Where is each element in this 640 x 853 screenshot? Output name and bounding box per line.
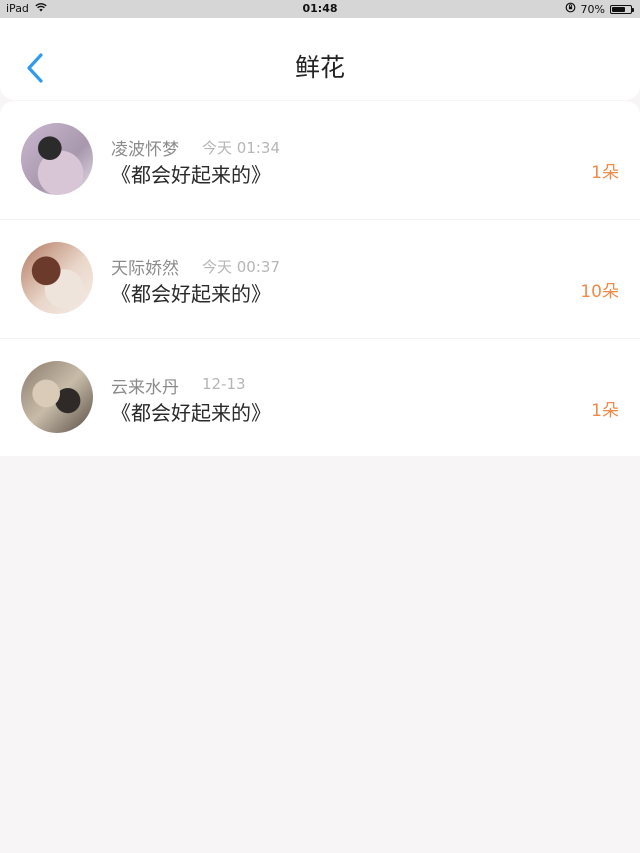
work-title: 《都会好起来的》 xyxy=(111,282,271,306)
flower-list: 凌波怀梦 今天 01:34 《都会好起来的》 1朵 天际娇然 今天 00:37 … xyxy=(0,101,640,456)
avatar[interactable] xyxy=(21,361,93,433)
avatar[interactable] xyxy=(21,242,93,314)
list-item[interactable]: 凌波怀梦 今天 01:34 《都会好起来的》 1朵 xyxy=(0,101,640,220)
list-item[interactable]: 云来水丹 12-13 《都会好起来的》 1朵 xyxy=(0,339,640,456)
flower-count: 10朵 xyxy=(580,282,619,302)
work-title: 《都会好起来的》 xyxy=(111,401,271,425)
status-right: 70% xyxy=(565,2,634,16)
sender-name: 凌波怀梦 xyxy=(111,140,179,160)
sender-name: 云来水丹 xyxy=(111,378,179,398)
flower-count: 1朵 xyxy=(591,401,619,421)
sender-name: 天际娇然 xyxy=(111,259,179,279)
orientation-lock-icon xyxy=(565,2,576,16)
sent-time: 今天 01:34 xyxy=(202,139,280,157)
flower-count: 1朵 xyxy=(591,163,619,183)
battery-icon xyxy=(610,4,634,14)
avatar[interactable] xyxy=(21,123,93,195)
sent-time: 12-13 xyxy=(202,375,246,393)
work-title: 《都会好起来的》 xyxy=(111,163,271,187)
list-item[interactable]: 天际娇然 今天 00:37 《都会好起来的》 10朵 xyxy=(0,220,640,339)
page-title: 鲜花 xyxy=(294,53,345,82)
battery-percent: 70% xyxy=(580,2,605,16)
status-bar: iPad 01:48 70% xyxy=(0,0,640,18)
status-time: 01:48 xyxy=(302,2,338,15)
sent-time: 今天 00:37 xyxy=(202,258,280,276)
nav-bar: 鲜花 xyxy=(0,18,640,100)
